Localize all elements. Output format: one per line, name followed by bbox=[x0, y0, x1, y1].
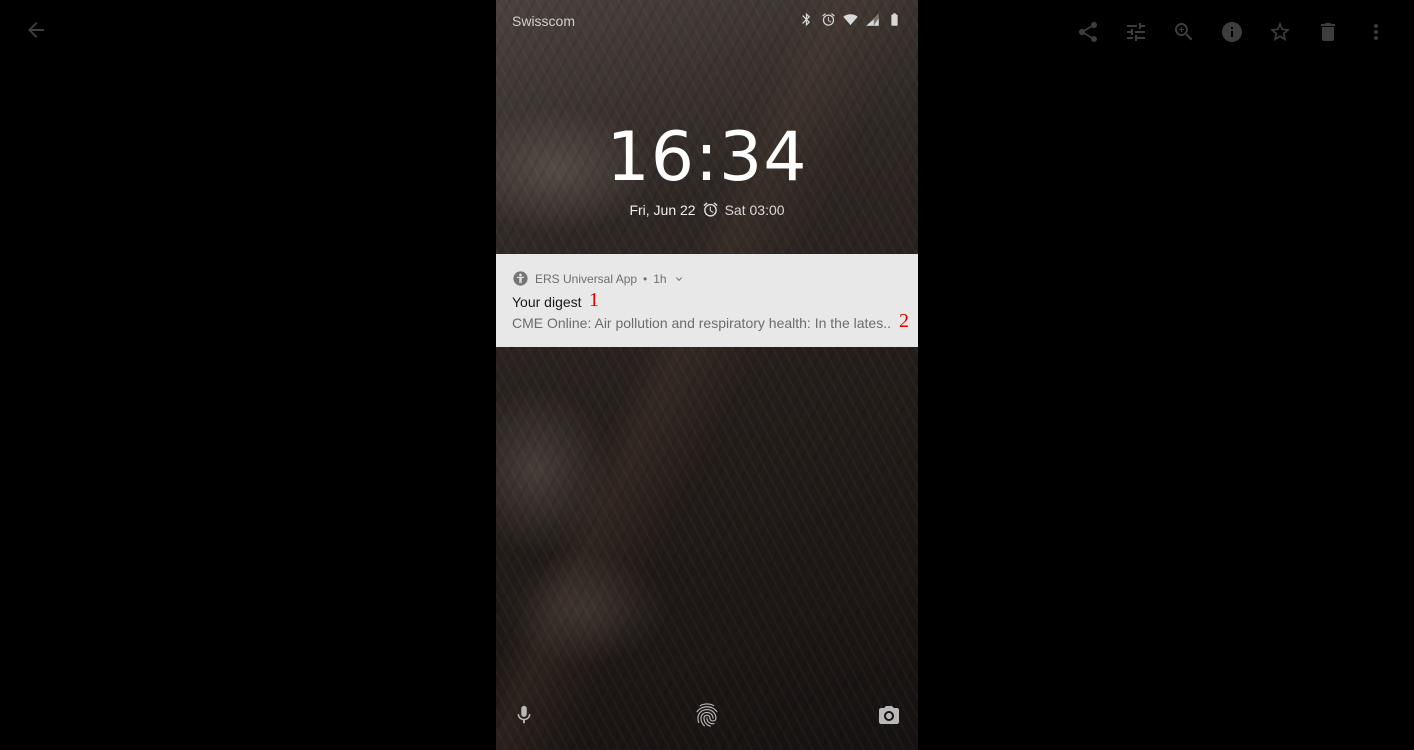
cell-signal-icon bbox=[866, 13, 879, 26]
notification-body: CME Online: Air pollution and respirator… bbox=[512, 315, 891, 331]
status-icons bbox=[799, 12, 902, 27]
wifi-icon bbox=[843, 14, 858, 26]
notification-header: ERS Universal App • 1h bbox=[512, 270, 685, 287]
lockscreen-date: Fri, Jun 22 bbox=[629, 201, 696, 218]
camera-icon bbox=[879, 706, 899, 724]
next-alarm: Sat 03:00 bbox=[724, 201, 785, 218]
annotation-marker-1: 1 bbox=[589, 289, 599, 311]
notification-age: 1h bbox=[653, 271, 667, 286]
zoom-button[interactable] bbox=[1170, 18, 1198, 46]
star-icon bbox=[1270, 22, 1290, 41]
share-icon bbox=[1079, 22, 1097, 42]
info-button[interactable] bbox=[1218, 18, 1246, 46]
notification-title: Your digest bbox=[512, 294, 582, 310]
edit-button[interactable] bbox=[1122, 18, 1150, 46]
delete-icon bbox=[1321, 23, 1335, 41]
notification-separator: • bbox=[643, 271, 648, 286]
camera-shortcut-button[interactable] bbox=[874, 700, 904, 730]
lockscreen-shortcuts bbox=[496, 690, 918, 750]
fingerprint-unlock[interactable] bbox=[692, 700, 722, 730]
share-button[interactable] bbox=[1074, 18, 1102, 46]
alarm-clock-icon bbox=[703, 202, 718, 217]
notification-app-name: ERS Universal App bbox=[535, 271, 638, 286]
app-accessibility-icon bbox=[513, 271, 528, 286]
expand-chevron-icon[interactable] bbox=[673, 273, 685, 285]
more-vert-icon bbox=[1374, 24, 1378, 40]
arrow-back-icon bbox=[28, 22, 44, 38]
viewer-toolbar bbox=[1074, 18, 1390, 46]
carrier-name: Swisscom bbox=[512, 13, 576, 29]
tune-icon bbox=[1127, 23, 1145, 41]
lockscreen-clock: 16:34 bbox=[606, 118, 808, 197]
phone-lockscreen: Swisscom 16:34 Fri, Jun 22 Sat 03:00 ERS… bbox=[496, 0, 918, 750]
date-alarm-row: Fri, Jun 22 Sat 03:00 bbox=[496, 201, 918, 218]
battery-icon bbox=[891, 13, 898, 26]
voice-assist-button[interactable] bbox=[509, 700, 539, 730]
zoom-in-icon bbox=[1175, 23, 1193, 41]
annotation-marker-2: 2 bbox=[899, 310, 909, 332]
bluetooth-icon bbox=[802, 13, 811, 26]
notification-card[interactable]: ERS Universal App • 1h Your digest 1 CME… bbox=[496, 254, 918, 347]
status-bar: Swisscom bbox=[496, 0, 918, 42]
delete-button[interactable] bbox=[1314, 18, 1342, 46]
microphone-icon bbox=[517, 705, 531, 724]
favorite-button[interactable] bbox=[1266, 18, 1294, 46]
alarm-icon bbox=[822, 13, 835, 26]
back-button[interactable] bbox=[24, 18, 52, 46]
more-options-button[interactable] bbox=[1362, 18, 1390, 46]
fingerprint-icon bbox=[696, 703, 718, 727]
info-icon bbox=[1222, 22, 1242, 42]
